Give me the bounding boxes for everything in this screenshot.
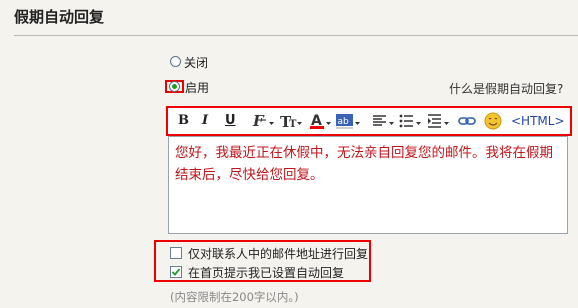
bold-button[interactable]: B [178, 112, 189, 130]
font-color-icon[interactable]: A [309, 112, 333, 130]
align-icon[interactable] [372, 112, 396, 130]
contacts-only-checkbox[interactable] [170, 247, 182, 259]
title-divider [14, 35, 578, 36]
svg-text:F: F [252, 112, 265, 130]
font-size-icon[interactable]: T T [280, 112, 304, 131]
reply-editor[interactable]: 您好，我最近正在休假中，无法亲自回复您的邮件。我将在假期结束后，尽快给您回复。 [168, 136, 568, 234]
homepage-notice-checkbox[interactable] [170, 266, 182, 278]
svg-text:T: T [289, 119, 297, 130]
indent-icon[interactable] [427, 112, 451, 130]
checkmark-icon [171, 268, 181, 276]
homepage-notice-label: 在首页提示我已设置自动回复 [188, 266, 345, 280]
font-family-icon[interactable]: F [252, 112, 276, 130]
underline-button[interactable]: U [225, 112, 236, 130]
italic-button[interactable]: I [202, 112, 208, 130]
help-link[interactable]: 什么是假期自动回复? [449, 80, 563, 97]
svg-text:ab: ab [338, 117, 350, 127]
limit-note: (内容限制在200字以内。) [170, 290, 299, 304]
radio-on-label: 启用 [185, 81, 210, 95]
radio-on[interactable] [169, 81, 180, 92]
editor-toolbar: B I U F T T A ab <HTML> [166, 106, 572, 136]
contacts-only-label: 仅对联系人中的邮件地址进行回复 [188, 247, 369, 261]
highlight-color-icon[interactable]: ab [336, 112, 362, 130]
bullet-list-icon[interactable] [399, 112, 423, 130]
radio-off[interactable] [170, 56, 181, 67]
html-mode-button[interactable]: <HTML> [511, 112, 565, 130]
emoji-icon[interactable] [484, 112, 502, 130]
section-title: 假期自动回复 [14, 8, 105, 26]
radio-off-label: 关闭 [184, 56, 209, 70]
link-icon[interactable] [458, 112, 476, 130]
